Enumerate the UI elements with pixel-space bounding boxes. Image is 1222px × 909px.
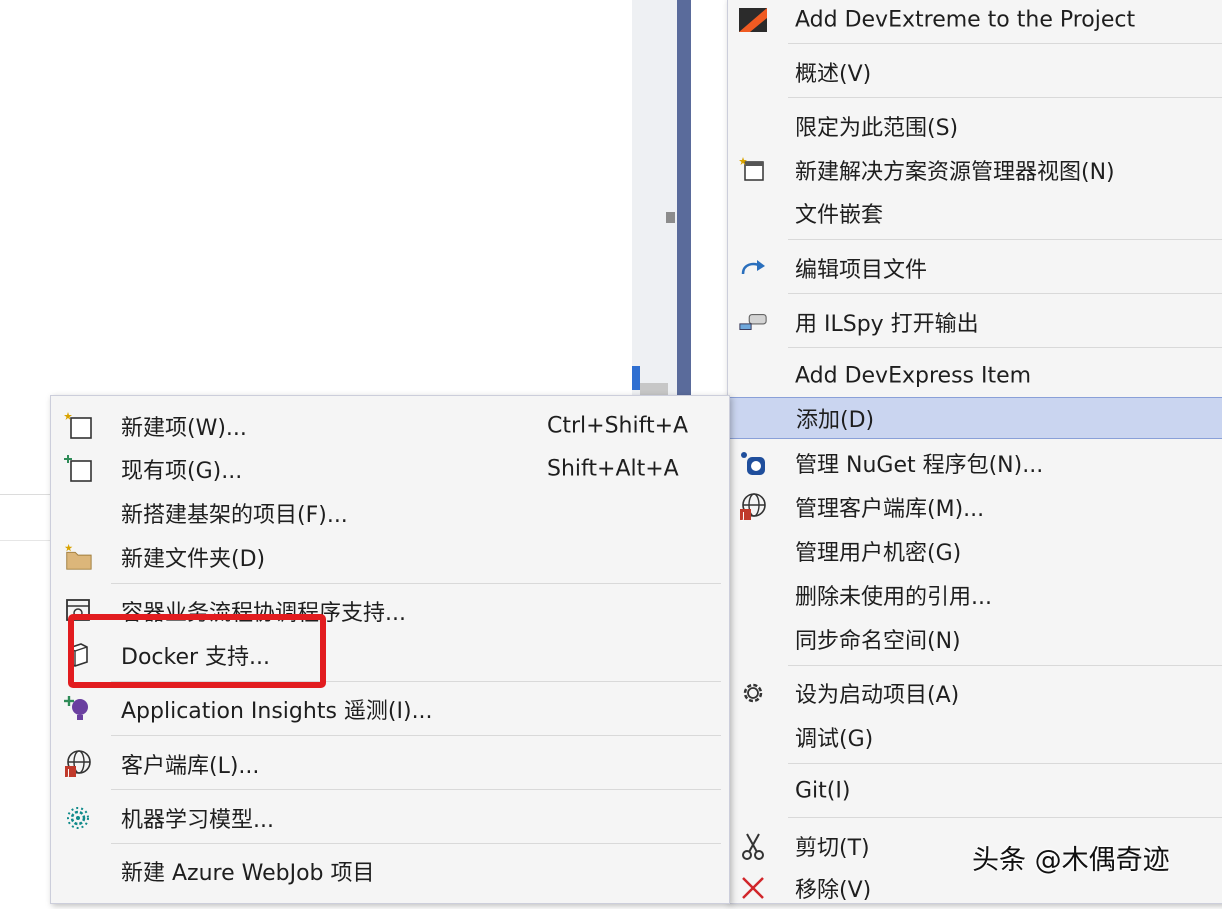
svg-text:J: J <box>741 511 745 522</box>
new-view-icon <box>738 155 768 185</box>
submenu-item-new-azure-webjob[interactable]: 新建 Azure WebJob 项目 <box>51 850 729 892</box>
new-item-icon <box>63 411 93 441</box>
editor-gap <box>691 0 727 395</box>
watermark: 头条 @木偶奇迹 <box>972 845 1170 876</box>
ilspy-icon <box>738 307 768 337</box>
submenu-item-new-item[interactable]: 新建项(W)... Ctrl+Shift+A <box>51 405 729 447</box>
menu-item-open-ilspy[interactable]: 用 ILSpy 打开输出 <box>728 301 1222 343</box>
client-library-icon: J <box>738 492 768 522</box>
scrollbar-thumb[interactable] <box>666 212 675 223</box>
menu-item-debug[interactable]: 调试(G) <box>728 716 1222 758</box>
ml-model-icon <box>63 803 93 833</box>
scrollbar-track[interactable] <box>640 383 668 395</box>
menu-item-add[interactable]: 添加(D) <box>728 397 1222 439</box>
menu-separator <box>788 239 1222 240</box>
menu-separator <box>788 43 1222 44</box>
svg-text:J: J <box>66 768 70 779</box>
menu-item-manage-user-secrets[interactable]: 管理用户机密(G) <box>728 530 1222 572</box>
menu-separator <box>111 843 721 844</box>
menu-item-add-devexpress-item[interactable]: Add DevExpress Item <box>728 355 1222 397</box>
menu-item-file-nesting[interactable]: 文件嵌套 <box>728 192 1222 234</box>
menu-item-manage-nuget[interactable]: 管理 NuGet 程序包(N)... <box>728 442 1222 484</box>
client-library-icon: J <box>63 749 93 779</box>
devextreme-icon <box>738 5 768 35</box>
scroll-marker <box>632 366 640 390</box>
menu-separator <box>111 789 721 790</box>
annotation-highlight-box <box>68 614 326 688</box>
submenu-item-new-scaffolded-item[interactable]: 新搭建基架的项目(F)... <box>51 492 729 534</box>
gear-icon <box>738 678 768 708</box>
existing-item-icon <box>63 454 93 484</box>
menu-separator <box>788 817 1222 818</box>
nuget-icon <box>738 448 768 478</box>
menu-separator <box>111 583 721 584</box>
menu-separator <box>788 665 1222 666</box>
menu-separator <box>111 735 721 736</box>
editor-area <box>0 0 632 395</box>
menu-item-set-startup-project[interactable]: 设为启动项目(A) <box>728 672 1222 714</box>
menu-item-scope-to-this[interactable]: 限定为此范围(S) <box>728 105 1222 147</box>
menu-item-overview[interactable]: 概述(V) <box>728 51 1222 93</box>
insights-icon <box>63 694 93 724</box>
menu-item-new-solution-view[interactable]: 新建解决方案资源管理器视图(N) <box>728 149 1222 191</box>
scissors-icon <box>738 831 768 861</box>
submenu-item-existing-item[interactable]: 现有项(G)... Shift+Alt+A <box>51 448 729 490</box>
new-folder-icon <box>63 542 93 572</box>
menu-item-edit-project-file[interactable]: 编辑项目文件 <box>728 247 1222 289</box>
submenu-item-client-library[interactable]: J 客户端库(L)... <box>51 743 729 785</box>
context-menu: Add DevExtreme to the Project 概述(V) 限定为此… <box>727 0 1222 904</box>
menu-item-sync-namespaces[interactable]: 同步命名空间(N) <box>728 618 1222 660</box>
menu-item-remove-unused-references[interactable]: 删除未使用的引用... <box>728 574 1222 616</box>
menu-separator <box>788 347 1222 348</box>
menu-item-manage-client-libraries[interactable]: J 管理客户端库(M)... <box>728 486 1222 528</box>
submenu-item-application-insights[interactable]: Application Insights 遥测(I)... <box>51 688 729 730</box>
submenu-item-new-folder[interactable]: 新建文件夹(D) <box>51 536 729 578</box>
window-divider <box>677 0 691 395</box>
menu-item-git[interactable]: Git(I) <box>728 770 1222 812</box>
menu-separator <box>788 293 1222 294</box>
redo-arrow-icon <box>738 253 768 283</box>
submenu-item-ml-model[interactable]: 机器学习模型... <box>51 797 729 839</box>
menu-separator <box>788 763 1222 764</box>
editor-margin <box>632 0 677 395</box>
divider-line <box>0 540 50 541</box>
divider-line <box>0 494 50 495</box>
menu-item-add-devextreme[interactable]: Add DevExtreme to the Project <box>728 0 1222 41</box>
menu-separator <box>788 97 1222 98</box>
delete-x-icon <box>738 873 768 903</box>
